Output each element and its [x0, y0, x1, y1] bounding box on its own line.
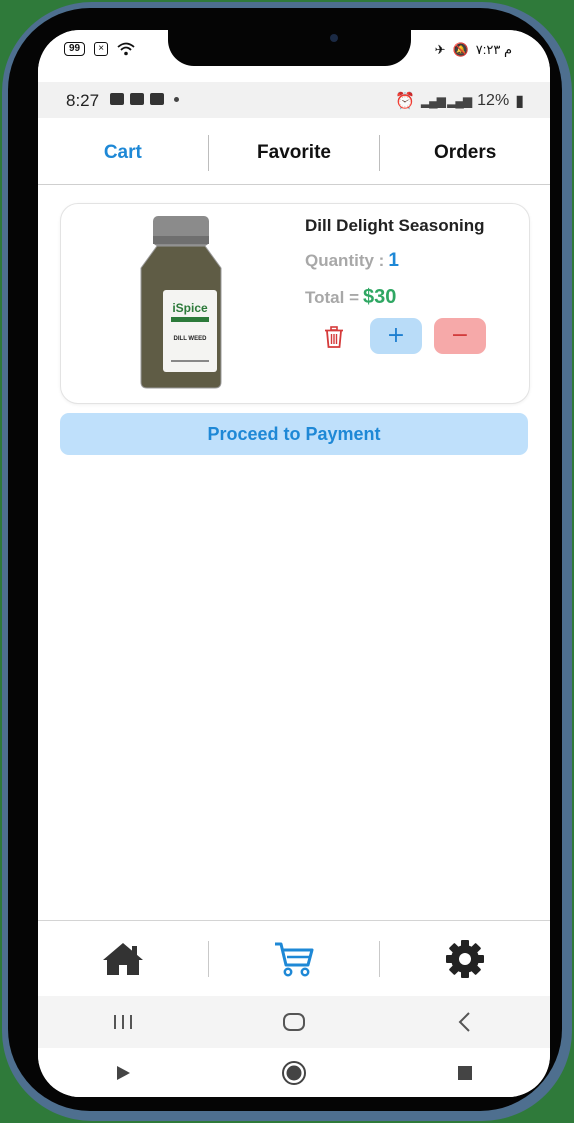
product-label-text: DILL WEED — [174, 336, 208, 342]
quantity-row: Quantity :1 — [305, 250, 399, 272]
total-value: $30 — [363, 286, 397, 308]
alarm-icon: ⏰ — [394, 93, 415, 110]
nav-cart[interactable] — [209, 921, 379, 997]
outer-charge-icon: ✈ — [434, 42, 446, 57]
more-notifications-icon — [174, 96, 179, 102]
home-circle-icon — [283, 1013, 305, 1031]
front-camera — [330, 34, 338, 42]
system-nav-bar — [38, 996, 550, 1048]
play-triangle-icon — [117, 1065, 131, 1080]
home-icon — [102, 943, 143, 975]
cart-icon — [275, 942, 314, 977]
outer-mute-icon: 🔕 — [452, 42, 469, 57]
cart-item-card: iSpice DILL WEED Dill Delight Seasoning … — [60, 203, 530, 404]
recent-apps-icon — [114, 1015, 133, 1029]
camera-notch — [168, 30, 411, 66]
tab-favorite[interactable]: Favorite — [209, 142, 379, 164]
outer-wifi-icon — [117, 42, 135, 56]
android-status-bar: 8:27 ⏰ ▂▄▆ ▂▄▆ 12% ▮ — [38, 82, 550, 118]
gear-icon — [446, 940, 485, 978]
trash-icon — [325, 326, 343, 348]
gallery-icon — [110, 93, 124, 105]
outer-status-bar: 99 × ✈ 🔕 م ٧:٢٣ — [38, 30, 550, 72]
stop-square-icon — [457, 1065, 472, 1080]
bottom-nav — [38, 920, 550, 997]
battery-icon: ▮ — [515, 93, 524, 110]
home-button[interactable] — [209, 1012, 380, 1032]
notification-icons — [110, 93, 179, 105]
recent-apps-button[interactable] — [38, 1013, 209, 1031]
tab-orders[interactable]: Orders — [380, 142, 550, 164]
quantity-label: Quantity : — [305, 251, 385, 270]
emulator-back-button[interactable] — [38, 1064, 209, 1082]
emulator-overview-button[interactable] — [379, 1064, 550, 1082]
increase-quantity-button[interactable]: + — [370, 318, 422, 354]
back-chevron-icon — [458, 1012, 470, 1032]
outer-status-left: 99 × — [64, 42, 135, 56]
product-brand-text: iSpice — [172, 301, 208, 315]
signal-icon: ▂▄▆ ▂▄▆ — [420, 94, 472, 108]
record-circle-icon — [282, 1060, 306, 1085]
battery-percent: 12% — [477, 92, 510, 109]
total-row: Total = $30 — [305, 286, 396, 309]
top-tabs: Cart Favorite Orders — [38, 122, 550, 185]
emulator-home-button[interactable] — [209, 1060, 380, 1086]
folder-icon — [130, 93, 144, 105]
status-time: 8:27 — [66, 91, 100, 110]
outer-x-icon: × — [94, 42, 109, 56]
outer-battery-badge: 99 — [64, 42, 86, 56]
youtube-icon — [150, 93, 164, 105]
outer-time: م ٧:٢٣ — [475, 42, 512, 57]
quantity-value: 1 — [388, 250, 399, 271]
proceed-to-payment-button[interactable]: Proceed to Payment — [60, 413, 528, 455]
product-image: iSpice DILL WEED — [140, 216, 222, 389]
nav-home[interactable] — [38, 921, 208, 997]
nav-settings[interactable] — [380, 921, 550, 997]
total-label: Total = — [305, 288, 359, 307]
delete-item-button[interactable] — [319, 322, 349, 352]
outer-status-right: ✈ 🔕 م ٧:٢٣ — [435, 42, 512, 58]
status-right: ⏰ ▂▄▆ ▂▄▆ 12% ▮ — [395, 91, 524, 111]
decrease-quantity-button[interactable]: − — [434, 318, 486, 354]
product-name: Dill Delight Seasoning — [305, 216, 485, 235]
tab-cart[interactable]: Cart — [38, 142, 208, 164]
emulator-nav-bar — [38, 1048, 550, 1097]
screen: 99 × ✈ 🔕 م ٧:٢٣ 8:27 ⏰ ▂▄▆ ▂▄▆ 12% ▮ Car… — [38, 30, 550, 1097]
back-button[interactable] — [379, 1011, 550, 1033]
